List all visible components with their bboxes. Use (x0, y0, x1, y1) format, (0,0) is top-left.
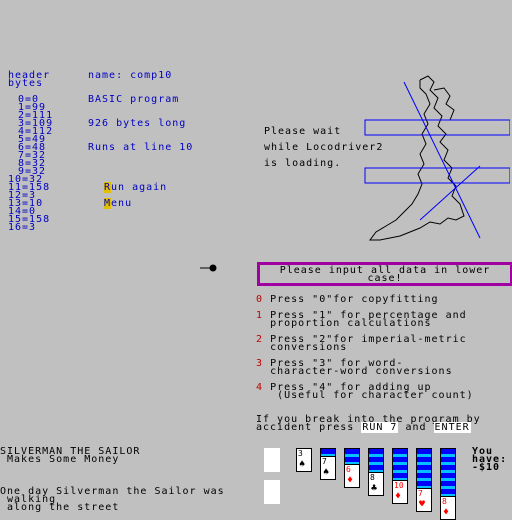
enter-key: ENTER (433, 422, 471, 433)
option-text: Press "1" for percentage and proportion … (270, 310, 467, 329)
file-type: BASIC program (88, 94, 180, 105)
playing-card[interactable]: 7 ♠ (320, 456, 336, 480)
option-spacer (263, 294, 270, 305)
story-line-3: along the street (0, 502, 120, 513)
card-suit-icon: ♠ (323, 467, 330, 478)
playing-card[interactable]: 8 ♦ (440, 496, 456, 520)
run-again-label: un again (111, 182, 168, 193)
card-suit-icon: ♦ (443, 507, 450, 518)
playing-card[interactable]: 6 ♦ (344, 464, 360, 488)
option-text: Press "4" for adding up (Useful for char… (270, 382, 474, 401)
card-value: 10 (394, 481, 404, 490)
run-again-key: R (104, 182, 112, 193)
header-bytes-list: 0=0 1=99 2=111 3=109 4=112 5=49 6=48 7=32 8=32 9=… (8, 95, 53, 233)
break-notice-line-2: accident press RUN 7 and ENTER (256, 422, 471, 433)
card-suit-icon: ♦ (395, 491, 402, 502)
header-byte-item: 16=3 (8, 222, 37, 233)
menu-key: M (104, 198, 112, 209)
money-amount: -$10 (472, 462, 501, 473)
card-value: 8 (370, 473, 375, 482)
header-bytes-label: header bytes (8, 70, 51, 89)
option-number: 1 (256, 310, 264, 321)
playing-card[interactable]: 7 ♥ (416, 488, 432, 512)
loading-line-1: Please wait (264, 126, 342, 137)
card-suit-icon: ♠ (299, 459, 306, 470)
option-1[interactable]: 1 Press "1" for percentage and proportio… (256, 310, 467, 329)
option-text: Press "3" for word- character-word conve… (270, 358, 453, 377)
option-spacer (263, 358, 270, 369)
option-spacer (263, 334, 270, 345)
option-0[interactable]: 0 Press "0"for copyfitting (256, 294, 439, 305)
loading-line-3: is loading. (264, 158, 342, 169)
option-number: 3 (256, 358, 264, 369)
file-run-line: Runs at line 10 (88, 142, 194, 153)
break-notice-prefix: accident press (256, 422, 362, 433)
option-spacer (263, 310, 270, 321)
input-prompt-text: Please input all data in lower case! (279, 265, 491, 284)
menu-label: enu (111, 198, 133, 209)
break-notice-and: and (398, 422, 434, 433)
facedown-stack-5[interactable] (392, 448, 408, 482)
option-2[interactable]: 2 Press "2"for imperial-metric conversio… (256, 334, 467, 353)
card-value: 7 (322, 457, 327, 466)
story-subtitle: Makes Some Money (0, 454, 120, 465)
option-number: 2 (256, 334, 264, 345)
option-text: Press "2"for imperial-metric conversions (270, 334, 467, 353)
empty-card-slot-2[interactable] (264, 480, 280, 504)
option-3[interactable]: 3 Press "3" for word- character-word con… (256, 358, 453, 377)
playing-card[interactable]: 3 ♠ (296, 448, 312, 472)
facedown-stack-4[interactable] (368, 448, 384, 474)
card-suit-icon: ♥ (419, 499, 426, 510)
input-prompt-box: Please input all data in lower case! (257, 262, 512, 286)
facedown-stack-6[interactable] (416, 448, 432, 490)
menu-option[interactable]: Menu (104, 198, 133, 209)
playing-card[interactable]: 8 ♣ (368, 472, 384, 496)
file-length: 926 bytes long (88, 118, 187, 129)
britain-map-graphic (364, 75, 510, 241)
card-suit-icon: ♣ (371, 483, 378, 494)
card-value: 3 (298, 449, 303, 458)
facedown-stack-7[interactable] (440, 448, 456, 498)
option-spacer (263, 382, 270, 393)
card-value: 8 (442, 497, 447, 506)
option-text: Press "0"for copyfitting (270, 294, 439, 305)
run-again-option[interactable]: Run again (104, 182, 168, 193)
option-4[interactable]: 4 Press "4" for adding up (Useful for ch… (256, 382, 474, 401)
card-suit-icon: ♦ (347, 475, 354, 486)
card-value: 7 (418, 489, 423, 498)
run7-key: RUN 7 (361, 422, 399, 433)
pointer-pin-icon (200, 264, 217, 272)
file-name: name: comp10 (88, 70, 173, 81)
empty-card-slot-1[interactable] (264, 448, 280, 472)
option-number: 0 (256, 294, 264, 305)
card-value: 6 (346, 465, 351, 474)
option-number: 4 (256, 382, 264, 393)
playing-card[interactable]: 10 ♦ (392, 480, 408, 504)
